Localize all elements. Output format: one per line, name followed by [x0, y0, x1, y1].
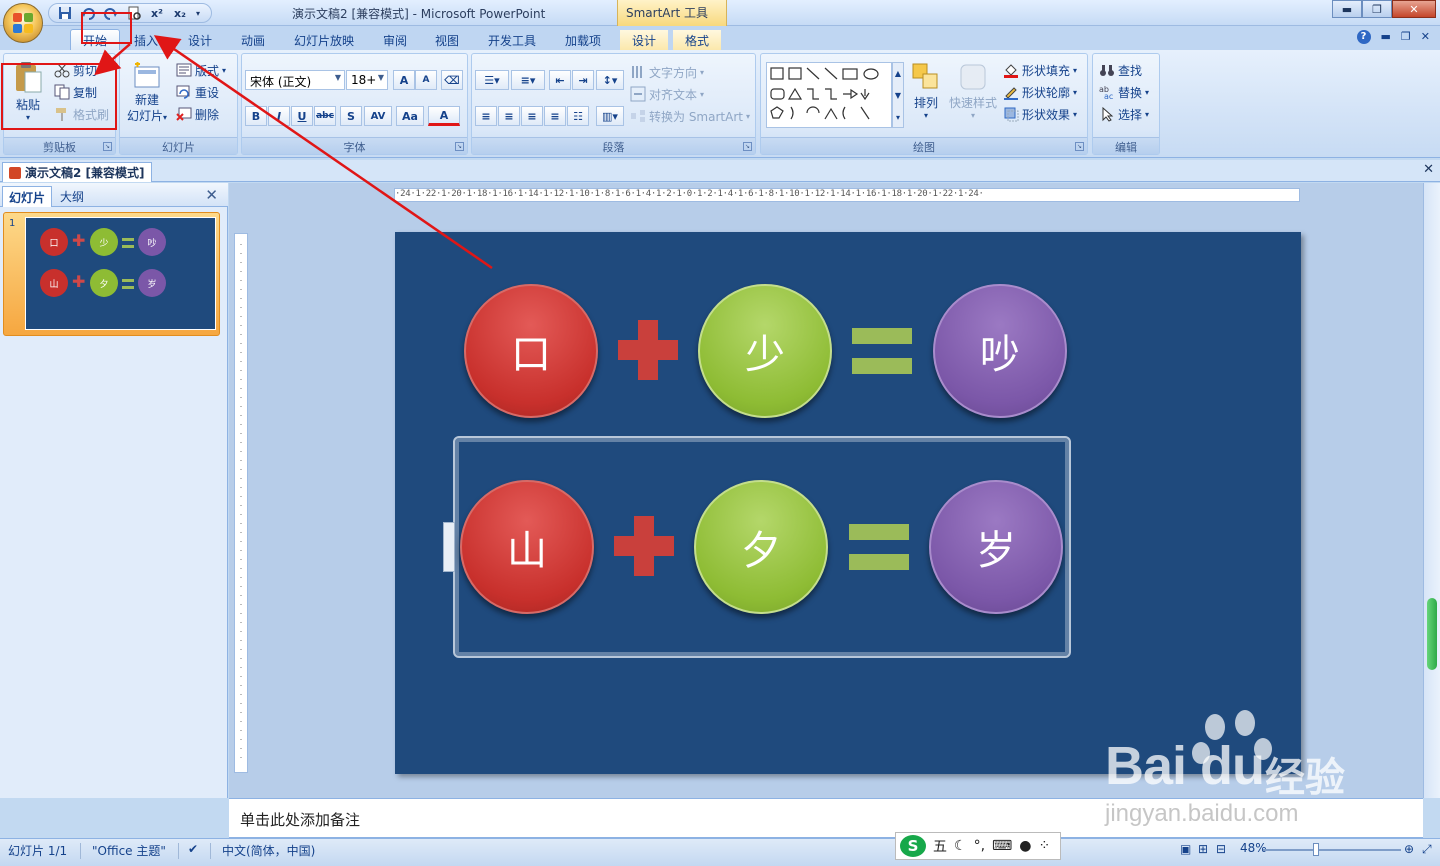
office-logo-icon — [13, 13, 33, 33]
watermark-url: jingyan.baidu.com — [1105, 800, 1299, 827]
office-button[interactable] — [3, 3, 43, 43]
watermark-brand: Bai du — [1105, 736, 1265, 796]
watermark-cn: 经验 — [1265, 755, 1345, 801]
